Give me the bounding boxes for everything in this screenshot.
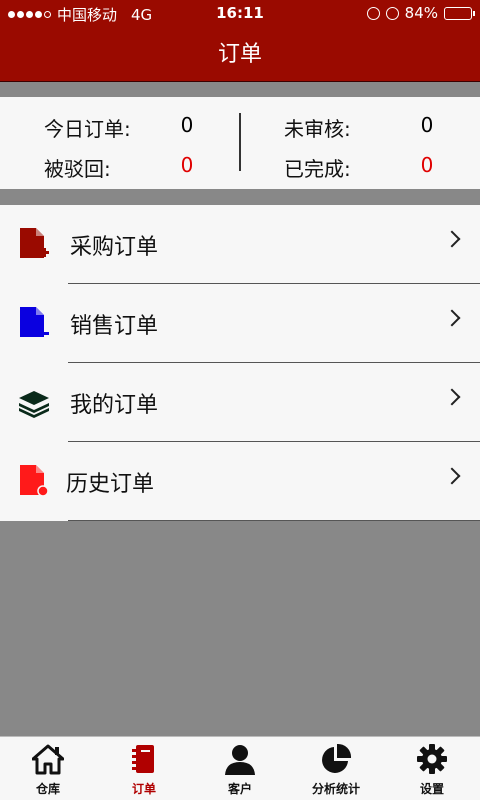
- completed-label: 已完成:: [284, 157, 351, 181]
- order-summary-panel: 今日订单: 0 被驳回: 0 未审核: 0 已完成: 0: [0, 97, 480, 189]
- tab-label: 仓库: [35, 782, 60, 796]
- rotation-lock-icon: [366, 6, 380, 20]
- chevron-right-icon: [443, 309, 461, 327]
- chevron-right-icon: [443, 388, 461, 406]
- status-bar: 中国移动 4G 16:11 84%: [0, 0, 480, 28]
- page-title: 订单: [217, 42, 262, 67]
- tab-warehouse[interactable]: 仓库: [0, 737, 96, 800]
- tab-analytics[interactable]: 分析统计: [288, 737, 384, 800]
- tab-label: 设置: [419, 782, 444, 796]
- menu-item-label: 历史订单: [66, 472, 155, 497]
- home-icon: [32, 744, 64, 775]
- chevron-right-icon: [443, 467, 461, 485]
- rejected-value: 0: [180, 153, 194, 177]
- pie-chart-icon: [322, 743, 352, 773]
- purchase-doc-icon: [20, 228, 49, 258]
- today-orders-value: 0: [180, 113, 194, 137]
- menu-item-label: 销售订单: [70, 314, 159, 339]
- tab-label: 分析统计: [311, 782, 360, 796]
- menu-item-sales-orders[interactable]: 销售订单: [0, 284, 480, 363]
- rejected-label: 被驳回:: [44, 157, 111, 181]
- menu-item-label: 我的订单: [70, 393, 159, 418]
- menu-item-purchase-orders[interactable]: 采购订单: [0, 205, 480, 284]
- order-menu-list: 采购订单 销售订单 我的订单 历史订单: [0, 205, 480, 521]
- status-right: 84%: [366, 4, 475, 22]
- menu-item-label: 采购订单: [70, 235, 159, 260]
- layers-icon: [19, 391, 49, 418]
- tab-label: 订单: [131, 782, 156, 796]
- notebook-icon: [132, 745, 154, 773]
- chevron-right-icon: [443, 230, 461, 248]
- summary-divider: [239, 113, 241, 171]
- history-doc-icon: [20, 465, 49, 497]
- tab-customers[interactable]: 客户: [192, 737, 288, 800]
- battery-icon: [444, 6, 475, 20]
- tab-label: 客户: [227, 782, 252, 796]
- menu-item-my-orders[interactable]: 我的订单: [0, 363, 480, 442]
- user-icon: [225, 745, 255, 775]
- unreviewed-value: 0: [420, 113, 434, 137]
- tab-orders[interactable]: 订单: [96, 737, 192, 800]
- gear-icon: [417, 744, 447, 774]
- completed-value: 0: [420, 153, 434, 177]
- unreviewed-label: 未审核:: [284, 117, 351, 141]
- today-orders-label: 今日订单:: [44, 117, 131, 141]
- navigation-bar: 订单: [0, 28, 480, 82]
- alarm-icon: [385, 6, 399, 20]
- sales-doc-icon: [20, 307, 49, 337]
- menu-item-history-orders[interactable]: 历史订单: [0, 442, 480, 521]
- divider: [68, 520, 480, 521]
- battery-percent: 84%: [404, 4, 438, 22]
- tab-settings[interactable]: 设置: [384, 737, 480, 800]
- bottom-tab-bar: 仓库 订单 客户 分析统计 设置: [0, 736, 480, 800]
